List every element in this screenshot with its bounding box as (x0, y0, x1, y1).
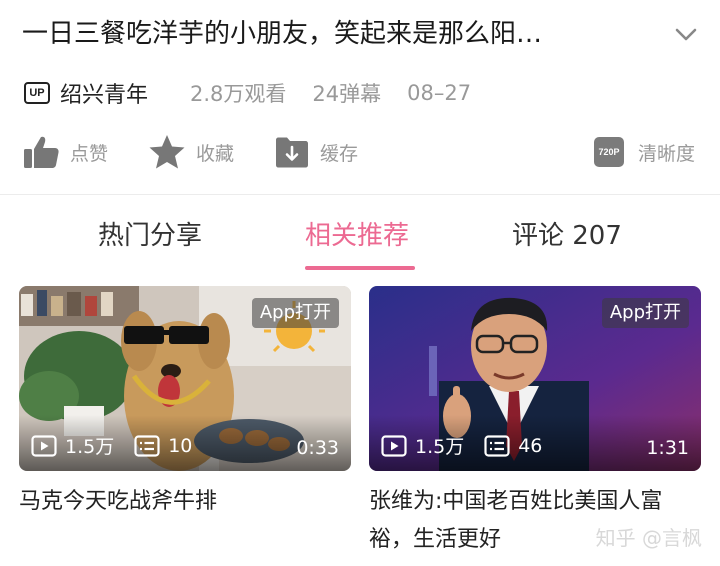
tab-hot-share[interactable]: 热门分享 (98, 214, 202, 258)
publish-date: 08–27 (407, 81, 472, 105)
video-card[interactable]: App打开 1.5万 10 0:33 马克今天吃战斧牛排 (19, 286, 351, 521)
danmaku-count: 10 (168, 434, 193, 457)
thumbnail-stats: 1.5万 10 (31, 432, 212, 459)
active-tab-indicator (305, 266, 415, 270)
video-duration: 0:33 (296, 437, 339, 459)
cache-label: 缓存 (320, 142, 359, 165)
play-count-icon (31, 434, 57, 457)
app-open-badge[interactable]: App打开 (251, 298, 339, 328)
tab-related[interactable]: 相关推荐 (305, 214, 409, 258)
video-title-row[interactable]: 一日三餐吃洋芋的小朋友，笑起来是那么阳… (22, 14, 702, 54)
favorite-label: 收藏 (196, 142, 235, 165)
danmaku-count: 24弹幕 (312, 82, 382, 106)
cache-button[interactable]: 缓存 (274, 130, 358, 174)
danmaku-count: 46 (518, 434, 543, 457)
tab-bar: 热门分享 相关推荐 评论 207 (0, 214, 720, 274)
like-label: 点赞 (70, 142, 109, 165)
play-count: 1.5万 (65, 436, 115, 458)
video-thumbnail[interactable]: App打开 1.5万 46 1:31 (369, 286, 701, 471)
author-name[interactable]: 绍兴青年 (60, 77, 148, 109)
chevron-down-icon[interactable] (670, 18, 702, 50)
video-meta: UP 绍兴青年 2.8万观看 24弹幕 08–27 (24, 76, 704, 110)
video-duration: 1:31 (646, 437, 689, 459)
download-folder-icon (276, 137, 308, 168)
app-open-badge[interactable]: App打开 (601, 298, 689, 328)
video-title: 一日三餐吃洋芋的小朋友，笑起来是那么阳… (22, 19, 543, 49)
video-thumbnail[interactable]: App打开 1.5万 10 0:33 (19, 286, 351, 471)
danmaku-icon (134, 434, 160, 457)
video-card[interactable]: App打开 1.5万 46 1:31 张维为:中国老百姓比美国人富裕，生活更好 (369, 286, 701, 559)
video-caption[interactable]: 马克今天吃战斧牛排 (19, 483, 351, 521)
view-count: 2.8万观看 (190, 82, 287, 106)
star-icon (149, 135, 185, 169)
action-bar: 点赞 收藏 缓存 720P 清晰度 (22, 130, 702, 174)
play-count: 1.5万 (415, 436, 465, 458)
up-badge: UP (24, 82, 50, 104)
quality-label: 清晰度 (638, 142, 696, 165)
tab-comments[interactable]: 评论 207 (512, 214, 622, 258)
watermark: 知乎 @言枫 (595, 526, 702, 550)
favorite-button[interactable]: 收藏 (148, 130, 234, 174)
danmaku-icon (484, 434, 510, 457)
play-count-icon (381, 434, 407, 457)
quality-button[interactable]: 720P 清晰度 (594, 130, 695, 174)
section-divider (0, 194, 720, 195)
like-button[interactable]: 点赞 (22, 130, 108, 174)
thumbs-up-icon (24, 136, 59, 168)
thumbnail-stats: 1.5万 46 (381, 432, 562, 459)
quality-badge-icon: 720P (594, 137, 624, 167)
